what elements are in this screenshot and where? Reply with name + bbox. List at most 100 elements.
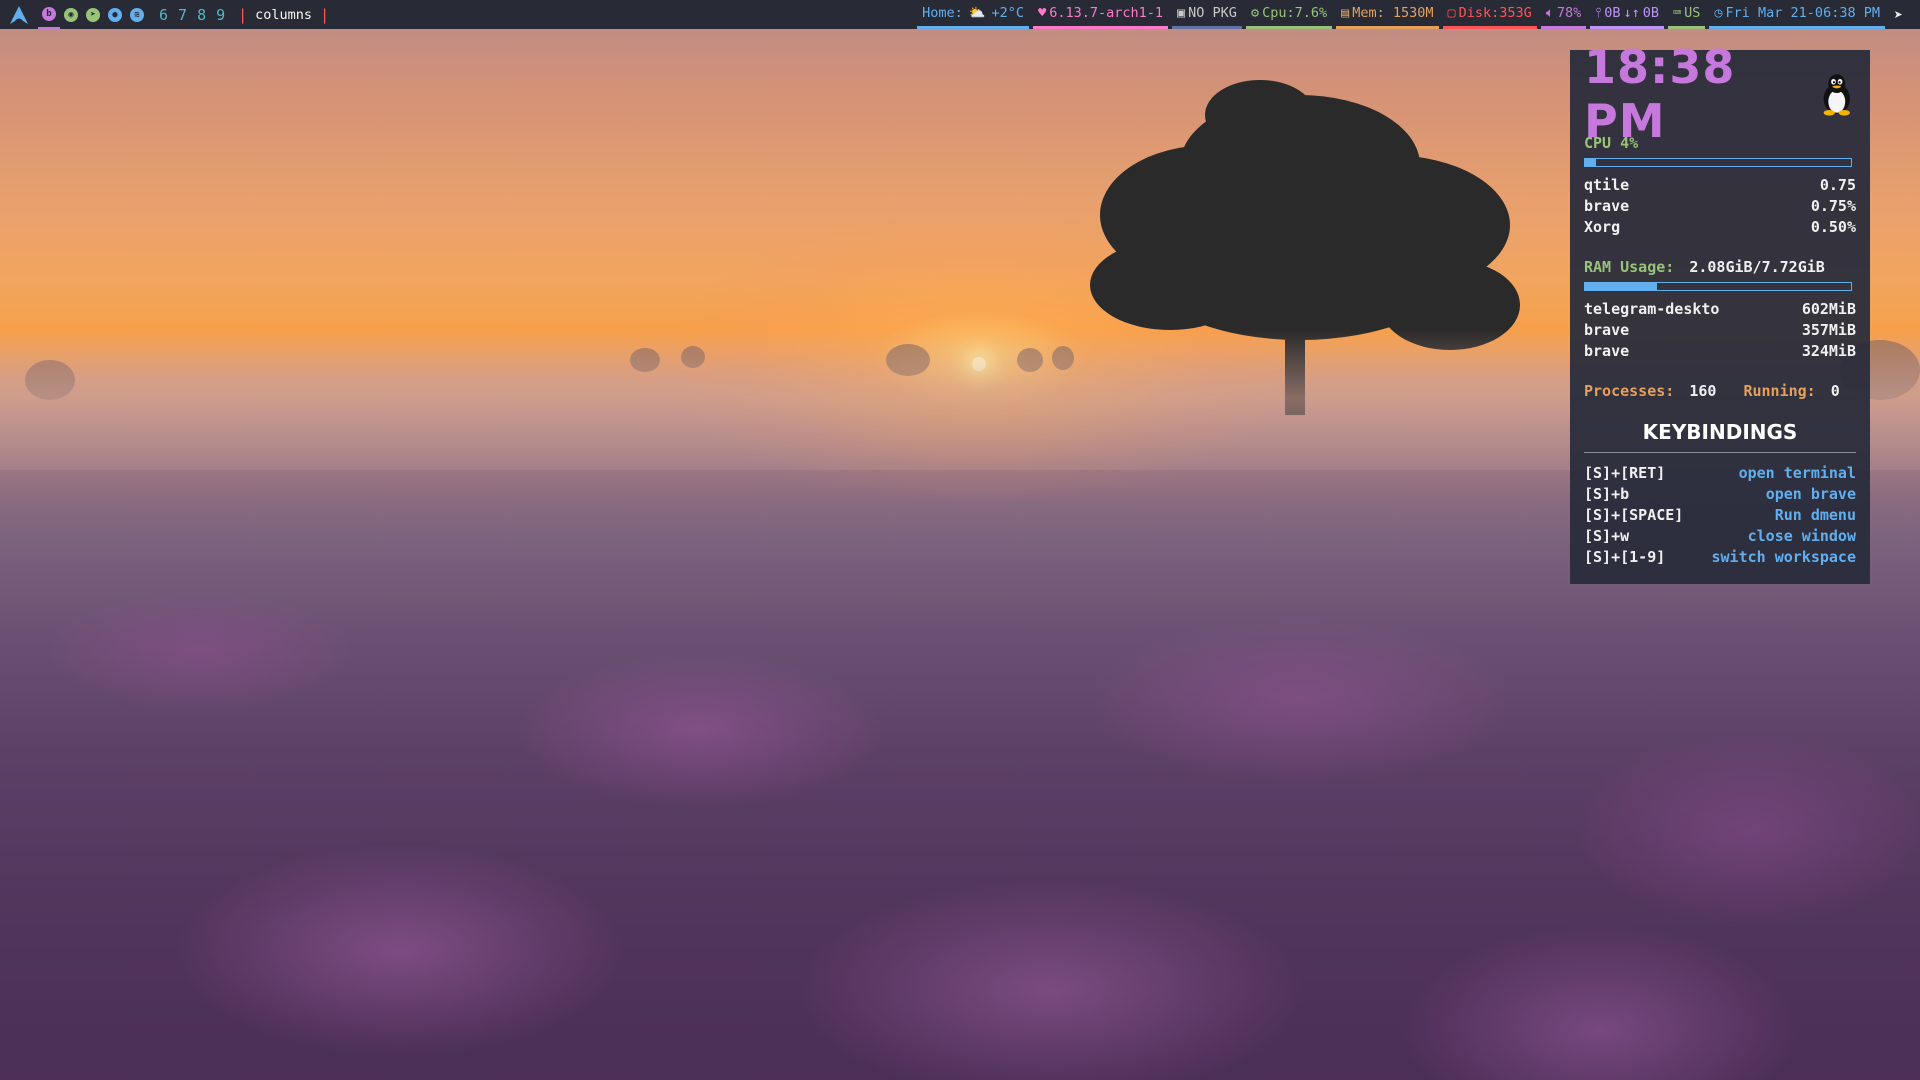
systray-telegram-icon[interactable]: ➤ <box>1889 0 1908 29</box>
cpu-widget[interactable]: ⚙ Cpu:7.6% <box>1245 0 1333 29</box>
kernel-version: 6.13.7-arch1-1 <box>1049 5 1163 21</box>
process-name: Xorg <box>1584 218 1621 236</box>
system-monitor-panel: 18:38 PM CPU 4% qtile 0.75 brave 0.75% Xorg 0… <box>1570 40 1870 584</box>
cpu-process-row: qtile 0.75 <box>1584 175 1856 196</box>
updates-widget[interactable]: ▣ NO PKG <box>1172 0 1242 29</box>
keybinding-row: [S]+[SPACE] Run dmenu <box>1584 505 1856 526</box>
keybinding-row: [S]+[1-9] switch workspace <box>1584 547 1856 568</box>
process-stats-row: Processes: 160 Running: 0 <box>1584 380 1856 402</box>
keybinding-action: Run dmenu <box>1774 506 1856 524</box>
volume-widget[interactable]: 🔈︎ 78% <box>1540 0 1587 29</box>
workspace-spotify[interactable]: ≋ <box>126 0 148 29</box>
steam-icon: ● <box>108 7 122 22</box>
cpu-process-row: Xorg 0.50% <box>1584 217 1856 238</box>
speaker-icon: 🔈︎ <box>1545 5 1554 21</box>
ram-row: RAM Usage: 2.08GiB/7.72GiB <box>1584 256 1856 278</box>
weather-widget[interactable]: Home: ⛅ +2°C <box>917 0 1030 29</box>
keybinding-row: [S]+b open brave <box>1584 484 1856 505</box>
keybinding-row: [S]+[RET] open terminal <box>1584 463 1856 484</box>
up-down-arrows-icon: ↓↑ <box>1623 5 1640 21</box>
cpu-process-row: brave 0.75% <box>1584 196 1856 217</box>
keyboard-layout-widget[interactable]: ⌨ US <box>1667 0 1706 29</box>
keybinding-action: open terminal <box>1738 464 1856 482</box>
process-value: 0.50% <box>1810 218 1856 236</box>
globe-icon: ◉ <box>64 7 78 22</box>
workspace-steam[interactable]: ● <box>104 0 126 29</box>
partly-cloudy-icon: ⛅ <box>968 5 986 21</box>
cpu-usage: Cpu:7.6% <box>1262 5 1328 21</box>
package-icon: ▣ <box>1177 5 1186 21</box>
network-widget[interactable]: ⫯ 0B ↓↑ 0B <box>1590 0 1664 29</box>
arch-linux-icon[interactable] <box>9 5 29 25</box>
spotify-icon: ≋ <box>130 7 144 22</box>
keybindings-list: [S]+[RET] open terminal [S]+b open brave [S]… <box>1584 463 1856 568</box>
disk-widget[interactable]: ▢ Disk:353G <box>1442 0 1537 29</box>
running-value: 0 <box>1830 382 1840 400</box>
kernel-widget[interactable]: ♥ 6.13.7-arch1-1 <box>1033 0 1168 29</box>
clock-widget[interactable]: ◷ Fri Mar 21-06:38 PM <box>1709 0 1885 29</box>
keybinding-action: close window <box>1747 527 1856 545</box>
workspace-globe[interactable]: ◉ <box>60 0 82 29</box>
layout-name[interactable]: columns <box>255 7 312 23</box>
workspace-brave[interactable]: b <box>38 0 60 29</box>
keybinding-key: [S]+[1-9] <box>1584 548 1666 566</box>
memory-usage: Mem: 1530M <box>1352 5 1434 21</box>
memory-widget[interactable]: ▤ Mem: 1530M <box>1336 0 1439 29</box>
ram-bar-fill <box>1585 283 1657 290</box>
heart-icon: ♥ <box>1038 5 1047 21</box>
network-icon: ⫯ <box>1595 5 1602 21</box>
cpu-process-list: qtile 0.75 brave 0.75% Xorg 0.50% <box>1584 175 1856 238</box>
cpu-icon: ⚙ <box>1250 5 1260 21</box>
volume-level: 78% <box>1556 5 1582 21</box>
keyboard-layout: US <box>1684 5 1701 21</box>
weather-value: +2°C <box>991 5 1025 21</box>
process-name: brave <box>1584 342 1630 360</box>
workspace-7[interactable]: 7 <box>173 0 192 29</box>
workspace-6[interactable]: 6 <box>154 0 173 29</box>
telegram-icon: ➤ <box>86 7 100 22</box>
disk-icon: ▢ <box>1447 5 1456 21</box>
brave-icon: b <box>42 6 56 21</box>
process-value: 0.75% <box>1810 197 1856 215</box>
workspace-numbers: 6789 <box>154 0 230 29</box>
process-name: qtile <box>1584 176 1630 194</box>
separator: | <box>238 5 248 24</box>
keybindings-title: KEYBINDINGS <box>1584 420 1856 453</box>
workspace-telegram[interactable]: ➤ <box>82 0 104 29</box>
keybinding-action: switch workspace <box>1711 548 1857 566</box>
ram-process-list: telegram-deskto 602MiB brave 357MiB brave 324… <box>1584 299 1856 362</box>
ram-value: 2.08GiB/7.72GiB <box>1689 258 1825 276</box>
process-value: 357MiB <box>1801 321 1856 339</box>
cpu-bar <box>1584 158 1852 167</box>
tux-penguin-icon <box>1824 74 1851 116</box>
processes-value: 160 <box>1689 382 1717 400</box>
keybinding-action: open brave <box>1765 485 1856 503</box>
clock-icon: ◷ <box>1714 5 1723 21</box>
ram-process-row: brave 357MiB <box>1584 320 1856 341</box>
net-download: 0B <box>1642 5 1659 21</box>
process-name: telegram-deskto <box>1584 300 1720 318</box>
date-time: Fri Mar 21-06:38 PM <box>1725 5 1880 21</box>
bar-left-section: b ◉ ➤ ● ≋ 6789 | columns | <box>0 0 337 29</box>
keybinding-row: [S]+w close window <box>1584 526 1856 547</box>
cpu-bar-fill <box>1585 159 1596 166</box>
disk-usage: Disk:353G <box>1458 5 1532 21</box>
keybinding-key: [S]+w <box>1584 527 1630 545</box>
top-bar: b ◉ ➤ ● ≋ 6789 | columns | Home: ⛅ +2°C ♥ 6.… <box>0 0 1920 29</box>
process-name: brave <box>1584 321 1630 339</box>
keybinding-key: [S]+[SPACE] <box>1584 506 1684 524</box>
ram-bar <box>1584 282 1852 291</box>
process-name: brave <box>1584 197 1630 215</box>
clock-row: 18:38 PM <box>1584 40 1856 148</box>
workspace-9[interactable]: 9 <box>211 0 230 29</box>
keyboard-icon: ⌨ <box>1672 5 1682 21</box>
processes-label: Processes: <box>1584 382 1675 400</box>
process-value: 602MiB <box>1801 300 1856 318</box>
separator: | <box>320 5 330 24</box>
ram-process-row: telegram-deskto 602MiB <box>1584 299 1856 320</box>
running-label: Running: <box>1743 382 1816 400</box>
workspace-8[interactable]: 8 <box>192 0 211 29</box>
keybinding-key: [S]+[RET] <box>1584 464 1666 482</box>
updates-count: NO PKG <box>1188 5 1237 21</box>
process-value: 0.75 <box>1819 176 1856 194</box>
